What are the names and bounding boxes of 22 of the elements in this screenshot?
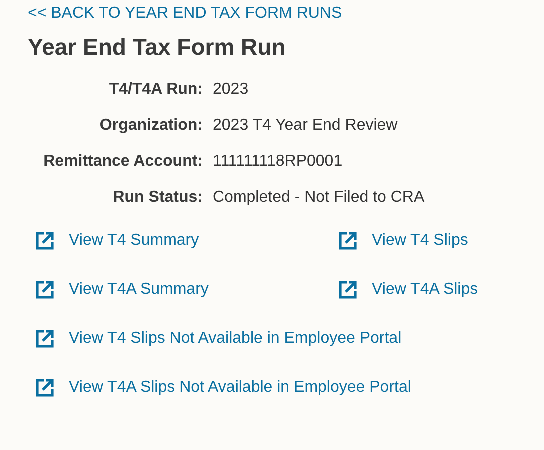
field-value: Completed - Not Filed to CRA bbox=[213, 188, 426, 208]
external-link-icon bbox=[35, 378, 55, 398]
external-link-icon bbox=[35, 231, 55, 251]
external-link-icon bbox=[35, 280, 55, 300]
back-link[interactable]: << BACK TO YEAR END TAX FORM RUNS bbox=[28, 4, 342, 24]
field-value: 2023 T4 Year End Review bbox=[213, 116, 399, 136]
page-title: Year End Tax Form Run bbox=[28, 33, 287, 62]
field-label: T4/T4A Run: bbox=[108, 80, 203, 100]
external-link-icon bbox=[35, 329, 55, 349]
field-value: 111111118RP0001 bbox=[213, 152, 344, 172]
view-link[interactable]: View T4 Slips bbox=[338, 230, 468, 252]
field-label: Run Status: bbox=[112, 188, 203, 208]
view-link[interactable]: View T4A Slips bbox=[338, 279, 478, 301]
view-link[interactable]: View T4 Summary bbox=[28, 230, 338, 252]
view-link[interactable]: View T4A Slips Not Available in Employee Portal bbox=[28, 377, 412, 399]
view-link[interactable]: View T4 Slips Not Available in Employee Portal bbox=[28, 328, 402, 350]
view-link[interactable]: View T4A Summary bbox=[28, 279, 338, 301]
field-label: Organization: bbox=[98, 116, 203, 136]
external-link-icon bbox=[338, 280, 358, 300]
field-value: 2023 bbox=[213, 80, 250, 100]
field-label: Remittance Account: bbox=[42, 152, 203, 172]
external-link-icon bbox=[338, 231, 358, 251]
